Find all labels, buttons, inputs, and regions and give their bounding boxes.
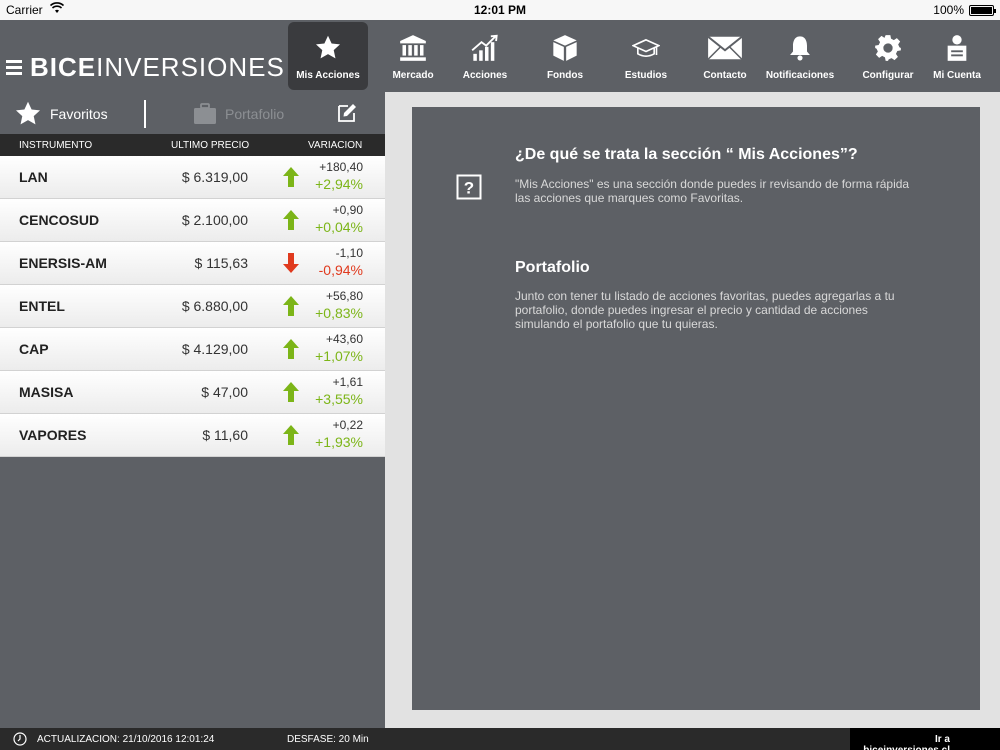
svg-text:?: ? [464,179,474,198]
edit-icon[interactable] [336,102,358,129]
tab-favoritos[interactable]: Favoritos [14,100,108,128]
stock-name: ENERSIS-AM [19,255,107,271]
stock-price: $ 11,60 [202,427,248,443]
nav-fondos[interactable]: Fondos [530,22,600,90]
stock-change-abs: +1,61 [332,375,363,389]
stock-change-pct: +0,04% [315,219,363,235]
arrow-up-icon [282,295,300,322]
nav-mi-cuenta[interactable]: Mi Cuenta [926,22,988,90]
help-title-portafolio: Portafolio [515,259,590,276]
help-title-mis-acciones: ¿De qué se trata la sección “ Mis Accion… [515,146,858,163]
star-icon [288,22,368,62]
stock-name: LAN [19,169,48,185]
help-body-portafolio: Junto con tener tu listado de acciones f… [515,289,895,331]
favorites-panel: Favoritos Portafolio INSTRUMENTO ULTIMO … [0,92,385,728]
battery-icon [969,5,996,16]
arrow-up-icon [282,424,300,451]
stock-price: $ 6.319,00 [181,169,248,185]
tab-divider [144,100,146,128]
stock-name: CENCOSUD [19,212,100,228]
stock-change-abs: +0,90 [332,203,363,217]
panel-tabs: Favoritos Portafolio [0,92,385,134]
update-timestamp: ACTUALIZACION: 21/10/2016 12:01:24 [37,734,215,745]
stock-change-abs: -1,10 [335,246,363,260]
briefcase-icon [193,103,217,125]
table-row[interactable]: MASISA $ 47,00 +1,61 +3,55% [0,371,385,414]
stock-change-pct: +3,55% [315,391,363,407]
bell-icon [762,22,838,62]
nav-mercado[interactable]: Mercado [378,22,448,90]
tab-portafolio-label: Portafolio [225,106,285,122]
bank-icon [378,22,448,62]
footer-bar: ACTUALIZACION: 21/10/2016 12:01:24 DESFA… [0,728,1000,750]
stock-change-abs: +0,22 [332,418,363,432]
stock-change-pct: +0,83% [315,305,363,321]
status-bar: Carrier 12:01 PM 100% [0,0,1000,20]
website-link[interactable]: Ir a biceinversiones.cl [850,728,1000,750]
tab-favoritos-label: Favoritos [50,106,108,122]
chart-icon [450,22,520,62]
question-icon: ? [456,174,482,205]
nav-acciones[interactable]: Acciones [450,22,520,90]
bice-logo[interactable]: BICE INVERSIONES [6,52,285,83]
envelope-icon [690,22,760,62]
table-row[interactable]: ENERSIS-AM $ 115,63 -1,10 -0,94% [0,242,385,285]
stock-change-pct: -0,94% [318,262,363,278]
nav-notificaciones[interactable]: Notificaciones [762,22,838,90]
stock-price: $ 6.880,00 [181,298,248,314]
table-row[interactable]: LAN $ 6.319,00 +180,40 +2,94% [0,156,385,199]
nav-mis-acciones[interactable]: Mis Acciones [288,22,368,90]
stock-change-pct: +1,93% [315,434,363,450]
stock-name: VAPORES [19,427,87,443]
stock-change-abs: +43,60 [325,332,363,346]
stock-name: MASISA [19,384,74,400]
graduation-cap-icon [611,22,681,62]
stock-change-abs: +180,40 [319,160,363,174]
table-row[interactable]: VAPORES $ 11,60 +0,22 +1,93% [0,414,385,457]
nav-configurar[interactable]: Configurar [852,22,924,90]
clock-time: 12:01 PM [473,3,527,17]
stock-name: ENTEL [19,298,65,314]
tab-portafolio[interactable]: Portafolio [193,100,284,128]
stock-price: $ 115,63 [194,255,248,271]
nav-contacto[interactable]: Contacto [690,22,760,90]
arrow-up-icon [282,338,300,365]
clock-icon [13,732,27,749]
col-ultimo-precio: ULTIMO PRECIO [171,140,250,151]
stock-name: CAP [19,341,49,357]
desfase-label: DESFASE: 20 Min [287,734,369,745]
logo-text-inversiones: INVERSIONES [96,52,285,82]
app-header: BICE INVERSIONES Mis Acciones Mercado Ac… [0,20,1000,92]
col-variacion: VARIACION [308,140,363,151]
stock-change-abs: +56,80 [325,289,363,303]
stock-change-pct: +2,94% [315,176,363,192]
table-row[interactable]: CAP $ 4.129,00 +43,60 +1,07% [0,328,385,371]
logo-text-bice: BICE [30,52,97,82]
arrow-up-icon [282,166,300,193]
table-row[interactable]: CENCOSUD $ 2.100,00 +0,90 +0,04% [0,199,385,242]
user-icon [926,22,988,62]
nav-estudios[interactable]: Estudios [611,22,681,90]
stock-price: $ 47,00 [201,384,248,400]
gear-icon [852,22,924,62]
star-icon [14,100,42,128]
help-body-mis-acciones: "Mis Acciones" es una sección donde pued… [515,177,910,205]
battery-percent: 100% [933,3,964,17]
stock-price: $ 2.100,00 [181,212,248,228]
box-icon [530,22,600,62]
stock-change-pct: +1,07% [315,348,363,364]
stock-price: $ 4.129,00 [181,341,248,357]
stock-list: LAN $ 6.319,00 +180,40 +2,94% CENCOSUD $ 2.10… [0,156,385,457]
arrow-up-icon [282,381,300,408]
menu-icon [6,57,22,78]
col-instrumento: INSTRUMENTO [19,140,93,151]
table-header: INSTRUMENTO ULTIMO PRECIO VARIACION [0,134,385,156]
table-row[interactable]: ENTEL $ 6.880,00 +56,80 +0,83% [0,285,385,328]
arrow-down-icon [282,252,300,279]
arrow-up-icon [282,209,300,236]
